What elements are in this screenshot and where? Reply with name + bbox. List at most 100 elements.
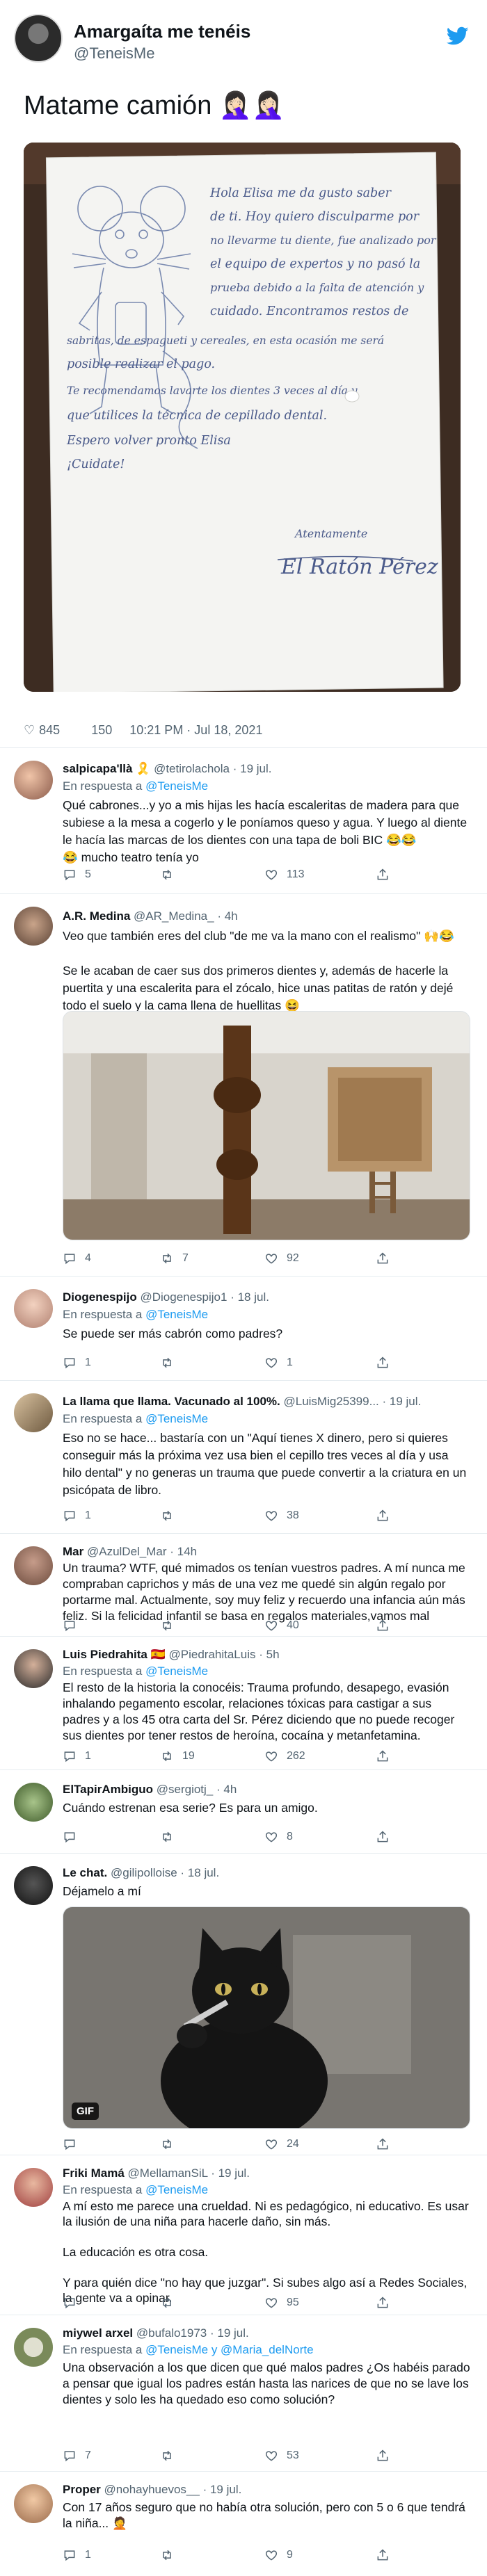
avatar[interactable]	[14, 1866, 53, 1905]
author-handle[interactable]: @MellamanSiL	[128, 2166, 208, 2180]
avatar[interactable]	[14, 1546, 53, 1585]
avatar[interactable]	[14, 1783, 53, 1822]
timestamp[interactable]: · 14h	[170, 1545, 197, 1558]
letter-photo[interactable]: Hola Elisa me da gusto saber de ti. Hoy …	[24, 143, 461, 692]
reply-button[interactable]: 5	[63, 868, 91, 882]
timestamp[interactable]: · 18 jul.	[230, 1290, 269, 1304]
share-button[interactable]	[376, 1356, 390, 1370]
author-name[interactable]: Mar	[63, 1545, 83, 1558]
avatar[interactable]	[14, 761, 53, 800]
retweet-button[interactable]	[160, 2548, 182, 2562]
mention-link[interactable]: @TeneisMe	[145, 1664, 208, 1678]
avatar[interactable]	[14, 1393, 53, 1432]
author-handle[interactable]: @AzulDel_Mar	[87, 1545, 167, 1558]
share-button[interactable]	[376, 1749, 390, 1763]
author-name[interactable]: Luis Piedrahita 🇪🇸	[63, 1648, 166, 1661]
like-button[interactable]: 40	[264, 1619, 299, 1633]
share-button[interactable]	[376, 868, 390, 882]
author-handle[interactable]: @LuisMig25399...	[283, 1395, 378, 1408]
mention-link[interactable]: @TeneisMe	[145, 2183, 208, 2196]
author-handle[interactable]: @sergiotj_	[157, 1783, 214, 1796]
avatar[interactable]	[14, 907, 53, 946]
author-name[interactable]: Friki Mamá	[63, 2166, 125, 2180]
author-handle[interactable]: @bufalo1973	[136, 2326, 207, 2340]
author-handle[interactable]: @AR_Medina_	[134, 909, 214, 923]
avatar[interactable]	[14, 2168, 53, 2207]
author-name[interactable]: A.R. Medina	[63, 909, 130, 923]
author-handle[interactable]: @TeneisMe	[74, 44, 155, 63]
retweet-button[interactable]: 19	[160, 1749, 195, 1763]
avatar[interactable]	[14, 1289, 53, 1328]
avatar[interactable]	[14, 2328, 53, 2367]
share-button[interactable]	[376, 2449, 390, 2463]
share-button[interactable]	[376, 1509, 390, 1523]
share-button[interactable]	[376, 1830, 390, 1844]
retweet-button[interactable]	[160, 1619, 182, 1633]
share-button[interactable]	[376, 1251, 390, 1265]
like-button[interactable]: 262	[264, 1749, 305, 1763]
retweet-button[interactable]	[160, 1830, 182, 1844]
avatar[interactable]	[14, 1649, 53, 1688]
author-name[interactable]: ElTapirAmbiguo	[63, 1783, 153, 1796]
like-button[interactable]: 1	[264, 1356, 293, 1370]
author-name[interactable]: Amargaíta me tenéis	[74, 21, 250, 42]
retweet-button[interactable]	[160, 1356, 182, 1370]
timestamp[interactable]: · 5h	[259, 1648, 279, 1661]
avatar[interactable]	[14, 2484, 53, 2523]
retweet-button[interactable]	[160, 2449, 182, 2463]
author-handle[interactable]: @gilipolloise	[111, 1866, 177, 1879]
mention-link[interactable]: @TeneisMe	[145, 1412, 208, 1425]
retweet-button[interactable]	[160, 1509, 182, 1523]
author-name[interactable]: salpicapa'llà 🎗️	[63, 762, 150, 775]
timestamp[interactable]: · 19 jul.	[233, 762, 272, 775]
author-name[interactable]: Le chat.	[63, 1866, 107, 1879]
retweet-button[interactable]	[160, 2296, 182, 2310]
timestamp[interactable]: · 4h	[216, 1783, 237, 1796]
author-handle[interactable]: @PiedrahitaLuis	[169, 1648, 256, 1661]
avatar[interactable]	[14, 14, 63, 63]
like-button[interactable]: 38	[264, 1509, 299, 1523]
reply-button[interactable]: 1	[63, 2548, 91, 2562]
timestamp[interactable]: · 19 jul.	[383, 1395, 422, 1408]
like-button[interactable]: 95	[264, 2296, 299, 2310]
heart-icon[interactable]: ♡	[24, 723, 35, 737]
like-button[interactable]: 9	[264, 2548, 293, 2562]
author-name[interactable]: Proper	[63, 2483, 101, 2496]
reply-button[interactable]: 1	[63, 1749, 91, 1763]
reply-gif[interactable]: GIF	[63, 1906, 470, 2129]
retweet-button[interactable]	[160, 2137, 182, 2151]
reply-button[interactable]: 1	[63, 1509, 91, 1523]
timestamp[interactable]: · 18 jul.	[180, 1866, 219, 1879]
timestamp[interactable]: · 4h	[217, 909, 237, 923]
timestamp[interactable]: · 19 jul.	[203, 2483, 242, 2496]
like-button[interactable]: 8	[264, 1830, 293, 1844]
reply-button[interactable]	[63, 2296, 85, 2310]
like-button[interactable]: 113	[264, 868, 305, 882]
author-handle[interactable]: @tetirolachola	[154, 762, 230, 775]
timestamp[interactable]: 10:21 PM · Jul 18, 2021	[129, 723, 262, 737]
like-button[interactable]: 53	[264, 2449, 299, 2463]
reply-button[interactable]: 4	[63, 1251, 91, 1265]
reply-button[interactable]: 7	[63, 2449, 91, 2463]
like-button[interactable]: 92	[264, 1251, 299, 1265]
author-name[interactable]: miywel arxel	[63, 2326, 133, 2340]
reply-photo[interactable]	[63, 1011, 470, 1240]
timestamp[interactable]: · 19 jul.	[211, 2166, 250, 2180]
like-button[interactable]: 24	[264, 2137, 299, 2151]
author-name[interactable]: La llama que llama. Vacunado al 100%.	[63, 1395, 280, 1408]
timestamp[interactable]: · 19 jul.	[210, 2326, 249, 2340]
mention-link[interactable]: @TeneisMe	[145, 1308, 208, 1321]
share-button[interactable]	[376, 2296, 390, 2310]
retweet-button[interactable]	[160, 868, 182, 882]
author-handle[interactable]: @Diogenespijo1	[140, 1290, 227, 1304]
reply-button[interactable]	[63, 2137, 85, 2151]
author-handle[interactable]: @nohayhuevos__	[104, 2483, 200, 2496]
share-button[interactable]	[376, 1619, 390, 1633]
reply-button[interactable]	[63, 1619, 85, 1633]
reply-button[interactable]	[63, 1830, 85, 1844]
author-name[interactable]: Diogenespijo	[63, 1290, 137, 1304]
mention-link[interactable]: @TeneisMe	[145, 779, 208, 793]
share-button[interactable]	[376, 2548, 390, 2562]
reply-button[interactable]: 1	[63, 1356, 91, 1370]
share-button[interactable]	[376, 2137, 390, 2151]
